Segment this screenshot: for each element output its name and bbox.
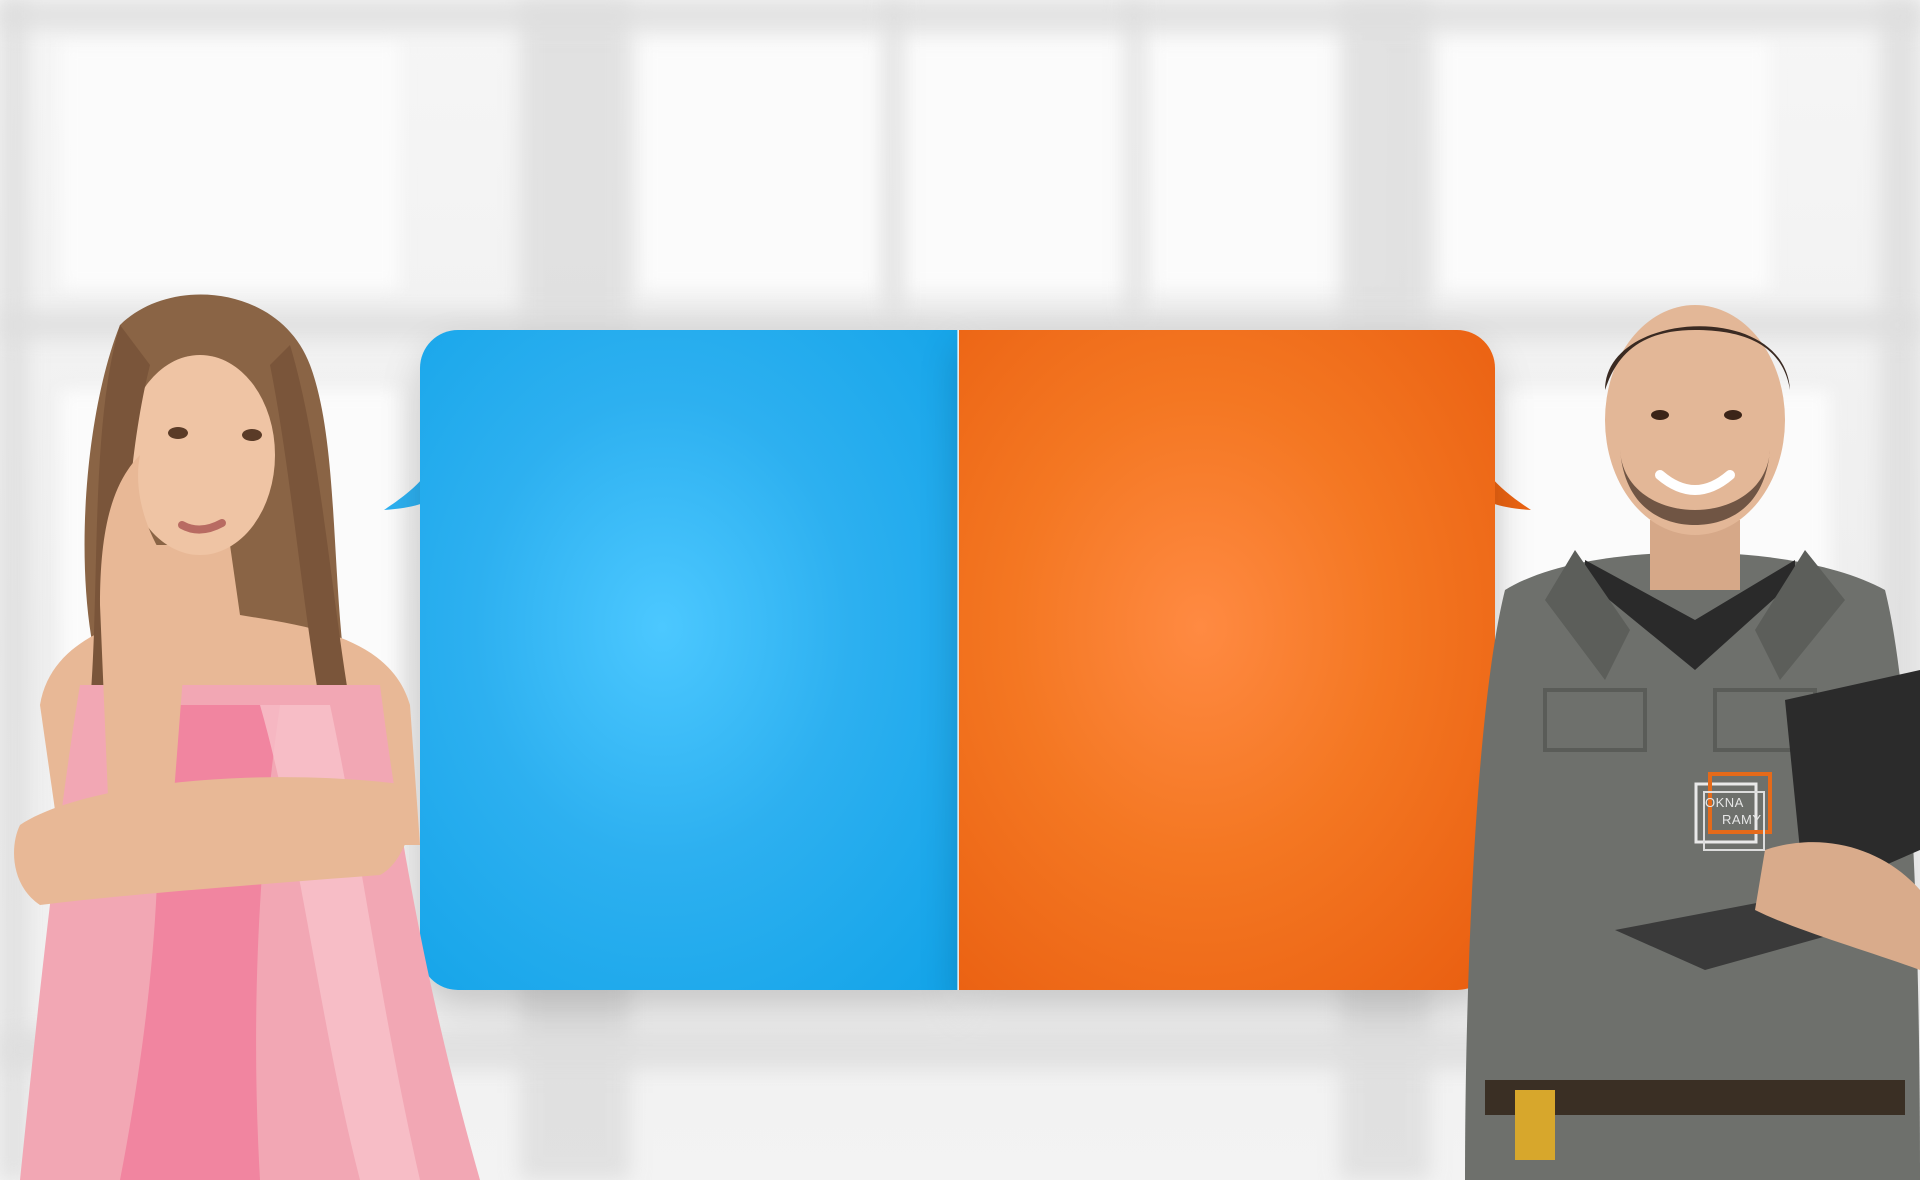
bubble-divider (957, 330, 959, 990)
left-speech-bubble (420, 330, 958, 990)
right-speech-bubble (959, 330, 1495, 990)
speech-bubbles (384, 330, 1531, 990)
logo-text-line1: OKNA (1705, 795, 1744, 810)
logo-text-line2: RAMY (1722, 812, 1762, 827)
thinking-woman-photo (14, 294, 480, 1180)
installer-man-photo (1465, 305, 1920, 1180)
